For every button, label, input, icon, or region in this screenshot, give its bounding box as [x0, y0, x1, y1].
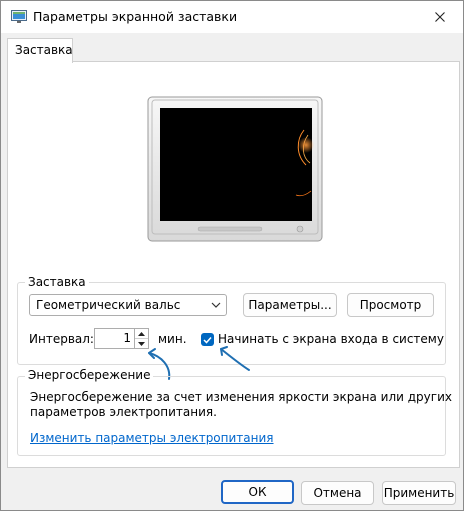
apply-button-label: Применить	[383, 486, 455, 500]
triangle-down-icon	[138, 341, 145, 346]
window-title: Параметры экранной заставки	[33, 9, 238, 24]
close-button[interactable]	[417, 1, 463, 33]
screensaver-group-label: Заставка	[25, 275, 89, 289]
tab-label: Заставка	[15, 43, 73, 57]
ok-button[interactable]: ОК	[221, 480, 294, 504]
title-bar: Параметры экранной заставки	[1, 1, 463, 33]
power-group-label: Энергосбережение	[25, 368, 154, 382]
close-icon	[435, 12, 445, 22]
apply-button[interactable]: Применить	[382, 481, 456, 505]
chevron-down-icon	[211, 302, 221, 308]
power-settings-link[interactable]: Изменить параметры электропитания	[30, 431, 274, 445]
settings-button-label: Параметры...	[248, 298, 332, 312]
monitor-preview	[146, 95, 324, 244]
tab-screensaver[interactable]: Заставка	[7, 38, 73, 63]
ok-button-label: ОК	[248, 485, 267, 499]
interval-label: Интервал:	[29, 332, 94, 346]
cancel-button[interactable]: Отмена	[301, 481, 374, 505]
triangle-up-icon	[138, 331, 145, 336]
cancel-button-label: Отмена	[313, 486, 362, 500]
screensaver-settings-window: Параметры экранной заставки Заставка Зас…	[0, 0, 464, 511]
display-settings-icon	[11, 10, 27, 24]
preview-button[interactable]: Просмотр	[347, 293, 434, 317]
interval-unit: мин.	[158, 332, 187, 346]
settings-button[interactable]: Параметры...	[243, 293, 337, 317]
power-description-line2: параметров электропитания.	[30, 405, 217, 419]
interval-input[interactable]: 1	[94, 328, 134, 349]
screensaver-select[interactable]: Геометрический вальс	[29, 294, 227, 316]
screensaver-select-value: Геометрический вальс	[36, 298, 181, 312]
spin-up-button[interactable]	[135, 329, 148, 339]
power-description-line1: Энергосбережение за счет изменения яркос…	[30, 390, 452, 404]
annotation-arrow-icon	[220, 346, 250, 371]
preview-button-label: Просмотр	[359, 298, 422, 312]
